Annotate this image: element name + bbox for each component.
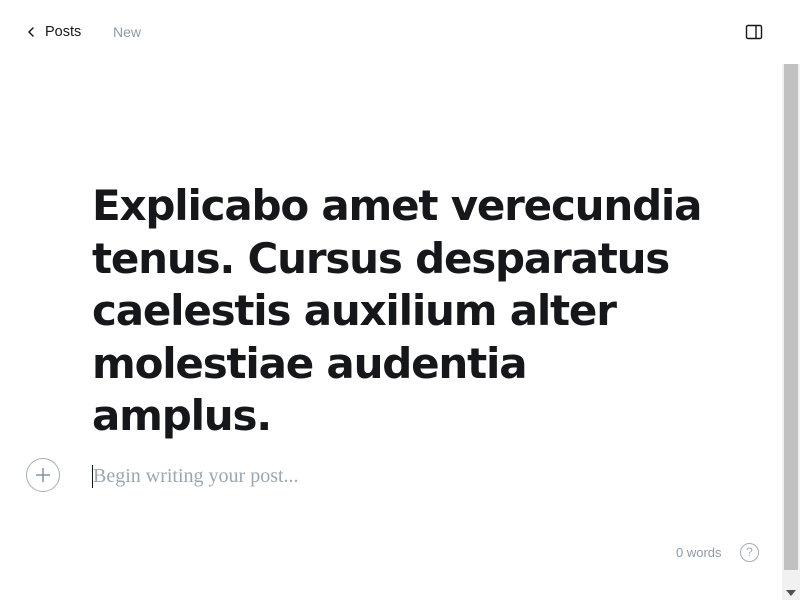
back-link-label: Posts [45,24,82,40]
question-icon: ? [746,545,753,559]
settings-sidebar-toggle[interactable] [744,23,764,41]
post-title[interactable]: Explicabo amet verecundia tenus. Cursus … [92,180,712,443]
scrollbar-thumb[interactable] [784,64,798,570]
post-status: New [113,24,142,40]
scroll-down-arrow-icon[interactable] [786,590,796,596]
add-card-button[interactable] [26,458,60,492]
editor-page: Posts New Explicabo amet verecundia tenu… [0,0,800,600]
editor-header: Posts New [0,0,782,64]
help-button[interactable]: ? [740,543,759,562]
body-placeholder: Begin writing your post... [93,465,299,487]
word-count: 0 words [676,545,722,560]
plus-icon [36,468,50,482]
back-to-posts-link[interactable]: Posts [26,22,81,42]
chevron-left-icon [26,22,38,42]
scrollbar[interactable] [782,64,800,600]
sidebar-toggle-icon [745,24,763,40]
post-body-editor[interactable]: Begin writing your post... [92,464,692,492]
